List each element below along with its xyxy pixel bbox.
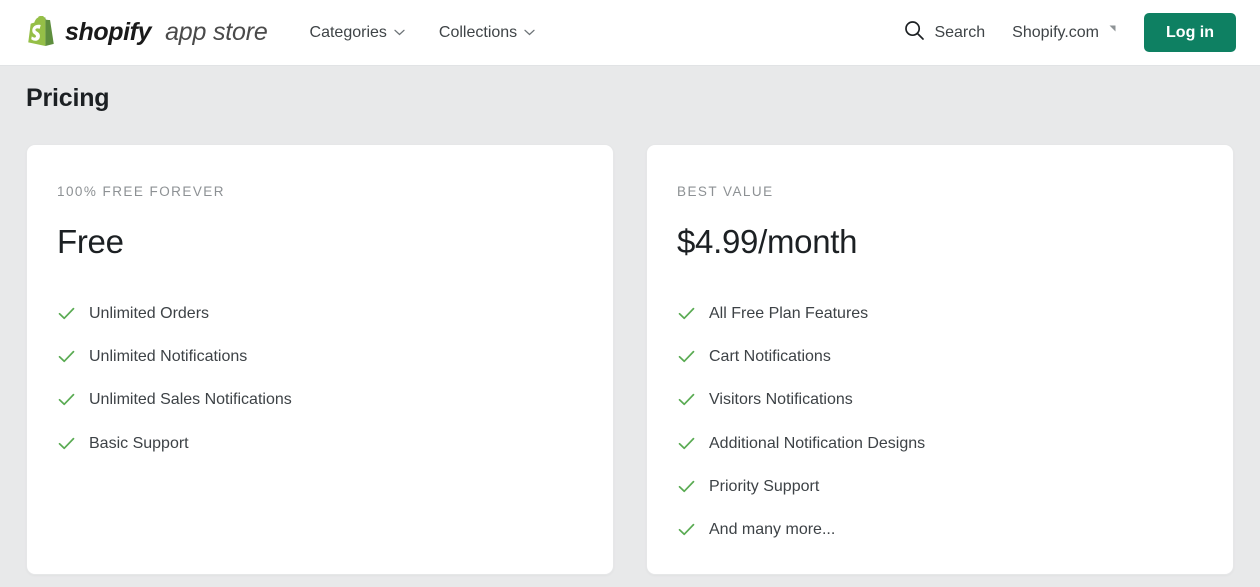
feature-label: And many more... [709, 520, 836, 538]
pricing-card-free: 100% FREE FOREVER Free Unlimited Orders [26, 144, 614, 575]
chevron-down-icon [524, 29, 535, 36]
check-icon [677, 347, 696, 366]
feature-label: Additional Notification Designs [709, 434, 926, 452]
feature-label: Unlimited Orders [89, 305, 210, 322]
feature-label: Visitors Notifications [709, 391, 853, 409]
list-item: Additional Notification Designs [677, 434, 1203, 453]
list-item: Basic Support [57, 434, 583, 453]
plan-eyebrow: BEST VALUE [677, 184, 774, 199]
plan-price: $4.99/month [677, 223, 858, 260]
brand-name: shopify [65, 18, 152, 46]
check-icon [57, 434, 76, 453]
feature-label: Cart Notifications [709, 348, 831, 366]
check-icon [57, 347, 76, 366]
header-actions: Search Shopify.com Log in [904, 12, 1236, 53]
nav-collections-label: Collections [438, 23, 518, 41]
nav-item-categories[interactable]: Categories [310, 24, 405, 42]
list-item: Priority Support [677, 477, 1203, 496]
page-title: Pricing [26, 84, 110, 112]
list-item: Unlimited Sales Notifications [57, 390, 583, 409]
list-item: Unlimited Orders [57, 304, 583, 323]
brand-suffix: app store [165, 18, 268, 46]
site-header: shopify app store Categories Collections [0, 0, 1260, 66]
check-icon [677, 477, 696, 496]
plan-feature-list: All Free Plan Features Cart Notification… [677, 304, 1203, 539]
plan-feature-list: Unlimited Orders Unlimited Notifications [57, 304, 583, 453]
plan-eyebrow: 100% FREE FOREVER [57, 184, 225, 199]
list-item: All Free Plan Features [677, 304, 1203, 323]
chevron-down-icon [394, 29, 405, 36]
check-icon [677, 304, 696, 323]
feature-label: All Free Plan Features [709, 305, 869, 322]
plan-price: Free [57, 223, 124, 260]
main-content: Pricing 100% FREE FOREVER Free Unlimited… [0, 66, 1260, 575]
search-icon [904, 20, 925, 46]
shopify-com-link[interactable]: Shopify.com [1012, 24, 1117, 42]
search-label: Search [934, 23, 986, 41]
list-item: Cart Notifications [677, 347, 1203, 366]
pricing-cards: 100% FREE FOREVER Free Unlimited Orders [26, 144, 1234, 575]
nav-categories-label: Categories [309, 23, 387, 41]
check-icon [677, 390, 696, 409]
search-button[interactable]: Search [904, 20, 985, 46]
login-button[interactable]: Log in [1144, 12, 1236, 53]
external-link-icon [1105, 25, 1117, 36]
list-item: Visitors Notifications [677, 390, 1203, 409]
check-icon [677, 434, 696, 453]
feature-label: Unlimited Sales Notifications [89, 391, 292, 409]
pricing-card-paid: BEST VALUE $4.99/month All Free Plan Fea… [646, 144, 1234, 575]
shopify-com-label: Shopify.com [1012, 23, 1100, 41]
feature-label: Unlimited Notifications [89, 348, 248, 366]
feature-label: Priority Support [709, 477, 820, 495]
check-icon [57, 390, 76, 409]
list-item: Unlimited Notifications [57, 347, 583, 366]
check-icon [677, 520, 696, 539]
check-icon [57, 304, 76, 323]
shopify-app-store-logo[interactable]: shopify app store [26, 15, 268, 50]
feature-label: Basic Support [89, 434, 189, 452]
primary-nav: Categories Collections [310, 24, 536, 42]
shopify-bag-icon [26, 15, 56, 50]
nav-item-collections[interactable]: Collections [439, 24, 535, 42]
list-item: And many more... [677, 520, 1203, 539]
